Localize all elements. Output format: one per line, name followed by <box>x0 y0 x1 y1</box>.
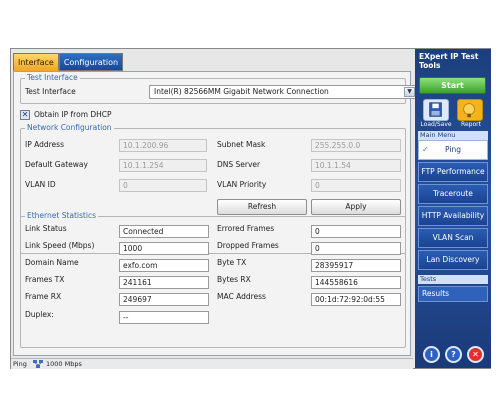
menu-item-ftp-performance[interactable]: FTP Performance <box>418 162 488 182</box>
dropped-frames-field: 0 <box>311 242 401 255</box>
default-gateway-field[interactable]: 10.1.1.254 <box>119 159 207 172</box>
tab-configuration[interactable]: Configuration <box>58 53 124 71</box>
sidebar: EXpert IP Test Tools Start Load/Save Rep… <box>415 49 491 368</box>
link-speed-field: 1000 <box>119 242 209 255</box>
frames-tx-label: Frames TX <box>25 275 65 284</box>
help-icon[interactable]: ? <box>445 346 462 363</box>
frame-rx-label: Frame RX <box>25 292 62 301</box>
close-icon[interactable]: ✕ <box>467 346 484 363</box>
duplex-field: -- <box>119 311 209 324</box>
subnet-mask-label: Subnet Mask <box>217 140 266 149</box>
ip-address-label: IP Address <box>25 140 64 149</box>
test-interface-select[interactable]: Intel(R) 82566MM Gigabit Network Connect… <box>149 85 417 99</box>
frames-tx-field: 241161 <box>119 276 209 289</box>
interface-panel: Test Interface Test Interface Intel(R) 8… <box>13 71 417 356</box>
test-interface-group: Test Interface Test Interface Intel(R) 8… <box>20 73 417 104</box>
dropdown-arrow-icon[interactable]: ▼ <box>404 87 415 97</box>
results-item[interactable]: Results <box>418 286 488 302</box>
vlan-priority-label: VLAN Priority <box>217 180 267 189</box>
app-title: EXpert IP Test Tools <box>419 52 478 70</box>
load-save-icon[interactable] <box>423 99 449 121</box>
domain-name-label: Domain Name <box>25 258 79 267</box>
bytes-rx-field: 144558616 <box>311 276 401 289</box>
menu-item-vlan-scan[interactable]: VLAN Scan <box>418 228 488 248</box>
network-config-group-title: Network Configuration <box>25 123 114 133</box>
info-icon[interactable]: i <box>423 346 440 363</box>
dropped-frames-label: Dropped Frames <box>217 241 279 250</box>
link-speed-label: Link Speed (Mbps) <box>25 241 95 250</box>
test-interface-value: Intel(R) 82566MM Gigabit Network Connect… <box>154 87 329 96</box>
dns-server-field[interactable]: 10.1.1.54 <box>311 159 401 172</box>
status-bar: Ping 1000 Mbps <box>11 358 413 369</box>
vlan-priority-field[interactable]: 0 <box>311 179 401 192</box>
default-gateway-label: Default Gateway <box>25 160 88 169</box>
status-speed: 1000 Mbps <box>46 360 82 368</box>
report-label: Report <box>461 121 481 128</box>
menu-item-ping[interactable]: ✓ Ping <box>418 140 488 160</box>
check-icon: ✓ <box>422 145 429 154</box>
app-title-line1: EXpert IP Test <box>419 52 479 61</box>
checkbox-checked-icon[interactable]: ✕ <box>20 110 30 120</box>
tab-bar: Interface Configuration <box>13 53 124 71</box>
mac-address-field: 00:1d:72:92:0d:55 <box>311 293 401 306</box>
ethernet-stats-group-title: Ethernet Statistics <box>25 211 98 221</box>
ip-address-field[interactable]: 10.1.200.96 <box>119 139 207 152</box>
app-title-line2: Tools <box>419 61 441 70</box>
dhcp-label: Obtain IP from DHCP <box>34 110 112 119</box>
subnet-mask-field[interactable]: 255.255.0.0 <box>311 139 401 152</box>
menu-item-http-availability[interactable]: HTTP Availability <box>418 206 488 226</box>
tests-header: Tests <box>418 275 488 284</box>
apply-button[interactable]: Apply <box>311 199 401 215</box>
test-interface-group-title: Test Interface <box>25 73 80 83</box>
tab-interface[interactable]: Interface <box>13 53 59 71</box>
byte-tx-label: Byte TX <box>217 258 247 267</box>
menu-item-lan-discovery[interactable]: Lan Discovery <box>418 250 488 270</box>
ethernet-stats-group: Ethernet Statistics Link Status Connecte… <box>20 211 406 348</box>
errored-frames-label: Errored Frames <box>217 224 275 233</box>
menu-item-traceroute[interactable]: Traceroute <box>418 184 488 204</box>
errored-frames-field: 0 <box>311 225 401 238</box>
load-save-label: Load/Save <box>420 121 452 128</box>
network-icon <box>33 360 43 368</box>
status-mode: Ping <box>13 360 27 368</box>
start-button[interactable]: Start <box>419 77 486 94</box>
vlan-id-field[interactable]: 0 <box>119 179 207 192</box>
link-status-field: Connected <box>119 225 209 238</box>
refresh-button[interactable]: Refresh <box>217 199 307 215</box>
app-window: Interface Configuration Test Interface T… <box>10 48 491 369</box>
link-status-label: Link Status <box>25 224 67 233</box>
frame-rx-field: 249697 <box>119 293 209 306</box>
main-menu-header: Main Menu <box>418 131 488 140</box>
domain-name-field: exfo.com <box>119 259 209 272</box>
dns-server-label: DNS Server <box>217 160 261 169</box>
bytes-rx-label: Bytes RX <box>217 275 251 284</box>
duplex-label: Duplex: <box>25 310 54 319</box>
menu-item-ping-label: Ping <box>445 145 461 154</box>
mac-address-label: MAC Address <box>217 292 266 301</box>
test-interface-label: Test Interface <box>25 87 76 96</box>
report-icon[interactable] <box>457 99 483 121</box>
byte-tx-field: 28395917 <box>311 259 401 272</box>
vlan-id-label: VLAN ID <box>25 180 56 189</box>
